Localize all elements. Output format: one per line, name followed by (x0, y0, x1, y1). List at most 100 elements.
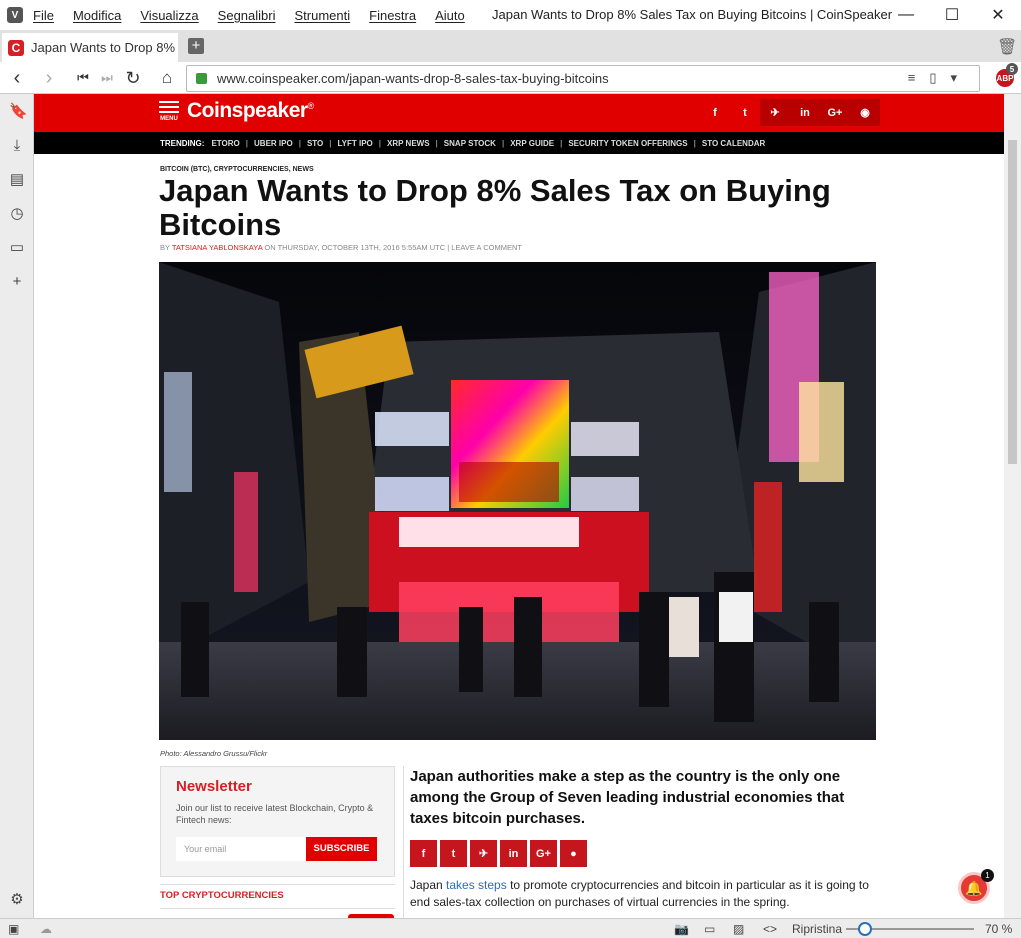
capture-icon[interactable]: 📷 (674, 922, 689, 936)
article-headline: Japan Wants to Drop 8% Sales Tax on Buyi… (159, 173, 831, 242)
notification-bell-icon[interactable]: 🔔 1 (958, 869, 994, 904)
trending-link[interactable]: LYFT IPO (338, 139, 373, 148)
sync-cloud-icon[interactable]: ☁ (40, 922, 52, 936)
bookmark-icon[interactable]: ▯ (929, 70, 950, 85)
add-panel-icon[interactable]: + (9, 274, 25, 290)
newsletter-box: Newsletter Join our list to receive late… (160, 766, 395, 877)
adblock-count: 5 (1006, 63, 1018, 75)
scrollbar[interactable] (1004, 94, 1021, 918)
email-field[interactable]: Your email (176, 837, 306, 861)
logo-registered-mark: ® (307, 101, 315, 111)
trash-icon[interactable]: 🗑 (997, 37, 1017, 57)
share-linkedin-icon[interactable]: in (500, 840, 527, 867)
web-page: MENU Coinspeaker ® f t ✈ in G+ ◉ TRENDING… (34, 94, 1004, 918)
trending-link[interactable]: STO (307, 139, 323, 148)
notes-panel-icon[interactable]: ▤ (9, 172, 25, 188)
reader-view-icon[interactable]: ≡ (908, 70, 930, 85)
site-header: MENU Coinspeaker ® f t ✈ in G+ ◉ (34, 94, 1004, 132)
trending-link[interactable]: XRP GUIDE (510, 139, 554, 148)
article-body: Japan takes steps to promote cryptocurre… (410, 877, 880, 911)
bookmarks-panel-icon[interactable]: 🔖 (9, 104, 28, 120)
vivaldi-menu-icon[interactable]: V (7, 7, 23, 23)
logo-text: Coinspeaker (187, 99, 308, 122)
rewind-icon[interactable]: ⏮ (72, 66, 94, 90)
maximize-icon[interactable]: ☐ (929, 0, 975, 30)
trending-link[interactable]: SECURITY TOKEN OFFERINGS (568, 139, 687, 148)
notification-count: 1 (981, 869, 994, 882)
article-categories[interactable]: BITCOIN (BTC), CRYPTOCURRENCIES, NEWS (160, 166, 314, 173)
page-actions-icon[interactable]: <> (763, 922, 777, 936)
dropdown-icon[interactable]: ▾ (950, 70, 971, 85)
reload-icon[interactable]: ↻ (122, 66, 144, 90)
zoom-slider-handle[interactable] (858, 922, 872, 936)
share-reddit-icon[interactable]: ● (560, 840, 587, 867)
menu-visualizza[interactable]: Visualizza (140, 8, 198, 23)
site-logo[interactable]: MENU Coinspeaker ® (158, 99, 314, 123)
scrollbar-thumb[interactable] (1008, 140, 1017, 464)
window-title: Japan Wants to Drop 8% Sales Tax on Buyi… (492, 7, 893, 22)
share-facebook-icon[interactable]: f (410, 840, 437, 867)
byline-prefix: BY (160, 243, 172, 252)
byline-date: ON THURSDAY, OCTOBER 13TH, 2016 5:55AM U… (262, 243, 522, 252)
rss-icon[interactable]: ◉ (850, 99, 880, 126)
body-text: Japan (410, 878, 447, 892)
trending-link[interactable]: SNAP STOCK (444, 139, 496, 148)
takes-steps-link[interactable]: takes steps (446, 878, 507, 892)
subscribe-button[interactable]: SUBSCRIBE (306, 837, 377, 861)
share-google-plus-icon[interactable]: G+ (530, 840, 557, 867)
column-divider (403, 766, 404, 918)
menu-label: MENU (160, 115, 178, 122)
google-plus-icon[interactable]: G+ (820, 99, 850, 126)
share-telegram-icon[interactable]: ✈ (470, 840, 497, 867)
menu-icon[interactable]: MENU (158, 100, 180, 122)
menu-file[interactable]: File (33, 8, 54, 23)
share-twitter-icon[interactable]: t (440, 840, 467, 867)
twitter-icon[interactable]: t (730, 99, 760, 126)
newsletter-description: Join our list to receive latest Blockcha… (176, 803, 374, 825)
top-cryptocurrencies-heading: TOP CRYPTOCURRENCIES (160, 884, 395, 901)
new-tab-icon[interactable]: + (188, 38, 204, 54)
side-panel: 🔖 ⤓ ▤ ◷ ▭ + ⚙ (0, 94, 34, 918)
trending-link[interactable]: UBER IPO (254, 139, 293, 148)
trending-label: TRENDING: (160, 138, 205, 148)
forward-icon[interactable]: › (38, 66, 60, 90)
menu-finestra[interactable]: Finestra (369, 8, 416, 23)
close-icon[interactable]: ✕ (975, 0, 1021, 30)
downloads-panel-icon[interactable]: ⤓ (9, 138, 25, 154)
tab-active[interactable]: C Japan Wants to Drop 8% Sa (2, 33, 178, 62)
tab-bar: C Japan Wants to Drop 8% Sa + (0, 30, 1021, 62)
image-icon[interactable]: ▨ (733, 922, 744, 936)
facebook-icon[interactable]: f (700, 99, 730, 126)
minimize-icon[interactable]: — (883, 0, 929, 30)
share-buttons: f t ✈ in G+ ● (410, 840, 590, 867)
author-link[interactable]: TATSIANA YABLONSKAYA (172, 243, 262, 252)
title-bar: V File Modifica Visualizza Segnalibri St… (0, 0, 1021, 30)
zoom-reset[interactable]: Ripristina (792, 922, 842, 936)
telegram-icon[interactable]: ✈ (760, 99, 790, 126)
navigation-bar: ‹ › ⏮ ⏭ ↻ ⌂ www.coinspeaker.com/japan-wa… (0, 62, 1021, 94)
linkedin-icon[interactable]: in (790, 99, 820, 126)
fast-forward-icon[interactable]: ⏭ (96, 66, 118, 90)
panel-toggle-icon[interactable]: ▣ (8, 922, 19, 936)
menu-strumenti[interactable]: Strumenti (295, 8, 351, 23)
trending-link[interactable]: ETORO (211, 139, 239, 148)
window-panel-icon[interactable]: ▭ (9, 240, 25, 256)
newsletter-title: Newsletter (176, 778, 252, 795)
address-field[interactable]: www.coinspeaker.com/japan-wants-drop-8-s… (186, 65, 980, 92)
trending-bar: TRENDING: ETORO | UBER IPO | STO | LYFT IPO… (34, 132, 1004, 154)
article-photo (159, 262, 876, 740)
trending-link[interactable]: STO CALENDAR (702, 139, 765, 148)
menu-modifica[interactable]: Modifica (73, 8, 121, 23)
menu-aiuto[interactable]: Aiuto (435, 8, 465, 23)
back-icon[interactable]: ‹ (6, 66, 28, 90)
menu-segnalibri[interactable]: Segnalibri (218, 8, 276, 23)
url-text: www.coinspeaker.com/japan-wants-drop-8-s… (217, 71, 609, 86)
home-icon[interactable]: ⌂ (156, 66, 178, 90)
tile-icon[interactable]: ▭ (704, 922, 715, 936)
article-lead: Japan authorities make a step as the cou… (410, 768, 845, 827)
adblock-icon[interactable]: ABP 5 (996, 63, 1018, 87)
history-panel-icon[interactable]: ◷ (9, 206, 25, 222)
trending-link[interactable]: XRP NEWS (387, 139, 430, 148)
settings-icon[interactable]: ⚙ (9, 892, 25, 908)
menu-bar: File Modifica Visualizza Segnalibri Stru… (33, 8, 484, 23)
